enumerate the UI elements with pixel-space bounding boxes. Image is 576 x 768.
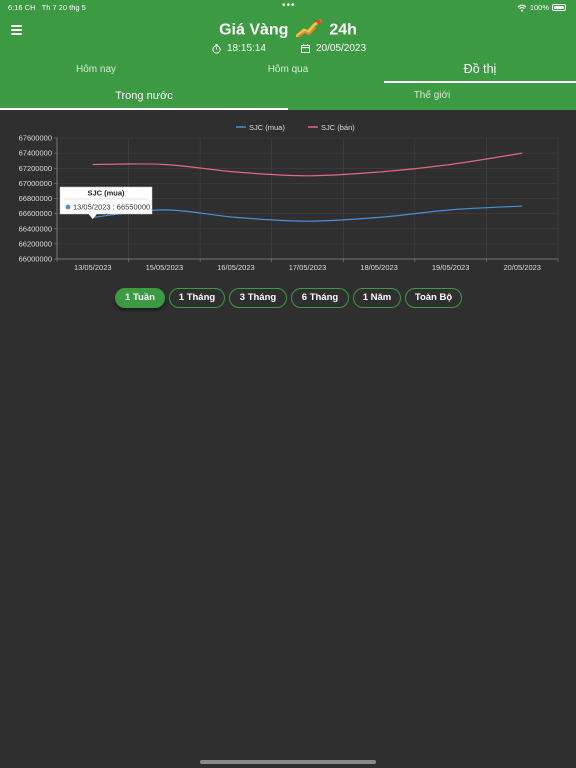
app-header: 6:16 CH Th 7 20 thg 5 ••• 100% Giá Vàng … xyxy=(0,0,576,110)
price-line-chart[interactable]: SJC (mua) SJC (bán) 66000000 66200000 664000… xyxy=(0,115,576,275)
x-tick-label: 18/05/2023 xyxy=(360,263,398,272)
title-text: Giá Vàng xyxy=(219,21,289,39)
date-value: 20/05/2023 xyxy=(316,43,367,54)
y-tick-label: 66000000 xyxy=(19,255,52,264)
y-tick-label: 66400000 xyxy=(19,224,52,233)
update-date: 20/05/2023 xyxy=(301,43,366,54)
status-clock: 6:16 CH xyxy=(8,3,36,12)
range-6-month-button[interactable]: 6 Tháng xyxy=(291,288,349,308)
calendar-icon xyxy=(301,44,310,53)
y-tick-label: 67400000 xyxy=(19,149,52,158)
x-tick-label: 16/05/2023 xyxy=(217,263,255,272)
tooltip-title: SJC (mua) xyxy=(87,189,125,198)
y-tick-label: 66600000 xyxy=(19,209,52,218)
x-tick-label: 17/05/2023 xyxy=(289,263,327,272)
x-tick-label: 19/05/2023 xyxy=(432,263,470,272)
status-bar: 6:16 CH Th 7 20 thg 5 ••• 100% xyxy=(0,0,576,14)
battery-icon xyxy=(552,4,566,11)
status-date: Th 7 20 thg 5 xyxy=(41,3,86,12)
y-tick-label: 67200000 xyxy=(19,164,52,173)
time-value: 18:15:14 xyxy=(227,43,266,54)
range-3-month-button[interactable]: 3 Tháng xyxy=(229,288,287,308)
tab-today[interactable]: Hôm nay xyxy=(0,58,192,82)
wifi-icon xyxy=(517,4,527,12)
x-tick-label: 15/05/2023 xyxy=(146,263,184,272)
tab-world[interactable]: Thế giới xyxy=(288,84,576,110)
y-tick-label: 67600000 xyxy=(19,134,52,143)
range-all-button[interactable]: Toàn Bộ xyxy=(405,288,462,308)
page-title: Giá Vàng 24h xyxy=(0,19,576,42)
range-1-week-button[interactable]: 1 Tuần xyxy=(115,288,165,308)
home-indicator[interactable] xyxy=(200,760,376,764)
primary-tabs: Hôm nay Hôm qua Đồ thị xyxy=(0,58,576,83)
y-tick-label: 66800000 xyxy=(19,194,52,203)
tab-yesterday[interactable]: Hôm qua xyxy=(192,58,384,82)
range-1-month-button[interactable]: 1 Tháng xyxy=(169,288,225,308)
tooltip-value: 13/05/2023 : 66550000 xyxy=(73,203,150,212)
status-right: 100% xyxy=(517,3,566,12)
legend-label: SJC (bán) xyxy=(321,123,355,132)
tooltip-series-dot xyxy=(65,204,71,210)
x-tick-label: 20/05/2023 xyxy=(503,263,541,272)
status-time: 6:16 CH Th 7 20 thg 5 xyxy=(8,3,86,12)
range-1-year-button[interactable]: 1 Năm xyxy=(353,288,401,308)
y-tick-label: 66200000 xyxy=(19,239,52,248)
y-tick-label: 67000000 xyxy=(19,179,52,188)
series-line-sell xyxy=(92,152,523,177)
gold-chart-logo-icon xyxy=(295,19,322,42)
range-selector: 1 Tuần 1 Tháng 3 Tháng 6 Tháng 1 Năm Toà… xyxy=(0,288,576,308)
update-time: 18:15:14 xyxy=(212,43,266,54)
battery-percent: 100% xyxy=(529,3,549,12)
timer-icon xyxy=(212,43,221,54)
tab-chart[interactable]: Đồ thị xyxy=(384,58,576,83)
legend-label: SJC (mua) xyxy=(249,123,285,132)
x-tick-label: 13/05/2023 xyxy=(74,263,112,272)
secondary-tabs: Trong nước Thế giới xyxy=(0,84,576,110)
tab-domestic[interactable]: Trong nước xyxy=(0,84,288,110)
multitask-dots-icon[interactable]: ••• xyxy=(282,0,296,11)
title-suffix: 24h xyxy=(329,21,357,39)
